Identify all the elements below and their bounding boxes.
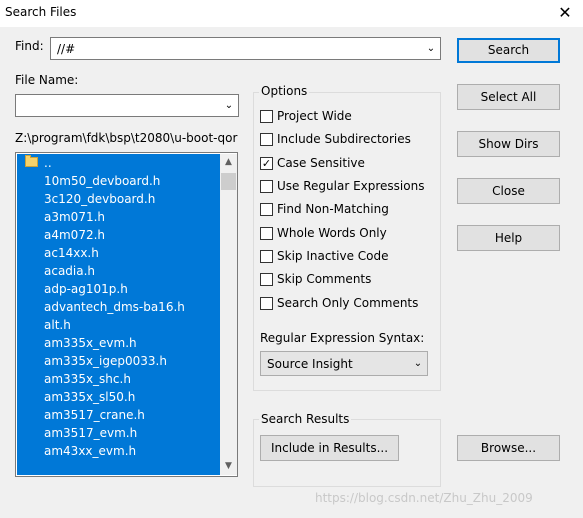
- file-listbox[interactable]: .. 10m50_devboard.h 3c120_devboard.h a3m07…: [15, 152, 238, 477]
- list-item-label: am335x_shc.h: [44, 372, 131, 386]
- checkbox-label: Use Regular Expressions: [277, 179, 425, 193]
- checkbox[interactable]: [260, 110, 273, 123]
- list-item[interactable]: alt.h: [17, 316, 220, 334]
- regex-syntax-value: Source Insight: [267, 357, 353, 371]
- watermark-text: https://blog.csdn.net/Zhu_Zhu_2009: [315, 491, 533, 505]
- file-name-label: File Name:: [15, 73, 79, 87]
- checkbox-label: Skip Inactive Code: [277, 249, 389, 263]
- scroll-up-icon[interactable]: ▲: [220, 154, 237, 171]
- list-item-label: am43xx_evm.h: [44, 444, 137, 458]
- list-item[interactable]: am3517_evm.h: [17, 424, 220, 442]
- checkbox-label: Search Only Comments: [277, 296, 419, 310]
- select-all-button[interactable]: Select All: [457, 84, 560, 110]
- checkbox[interactable]: [260, 297, 273, 310]
- list-item[interactable]: 3c120_devboard.h: [17, 190, 220, 208]
- list-item-label: 10m50_devboard.h: [44, 174, 161, 188]
- chevron-down-icon[interactable]: ⌄: [422, 38, 440, 59]
- checkbox[interactable]: [260, 227, 273, 240]
- checkbox-label: Find Non-Matching: [277, 202, 389, 216]
- list-item-label: am335x_igep0033.h: [44, 354, 167, 368]
- chevron-down-icon[interactable]: ⌄: [220, 95, 238, 116]
- checkbox[interactable]: [260, 133, 273, 146]
- find-combobox[interactable]: //# ⌄: [50, 37, 441, 60]
- list-item-label: am335x_sl50.h: [44, 390, 136, 404]
- search-results-title: Search Results: [259, 412, 352, 426]
- list-item-parent[interactable]: ..: [17, 154, 220, 172]
- current-path: Z:\program\fdk\bsp\t2080\u-boot-qor: [15, 131, 238, 145]
- browse-button[interactable]: Browse...: [457, 435, 560, 461]
- list-item-label: am335x_evm.h: [44, 336, 137, 350]
- list-item-label: advantech_dms-ba16.h: [44, 300, 185, 314]
- list-item-label: am3517_evm.h: [44, 426, 138, 440]
- list-item-label: alt.h: [44, 318, 71, 332]
- list-item-label: am3517_crane.h: [44, 408, 145, 422]
- checkbox[interactable]: ✓: [260, 157, 273, 170]
- list-item[interactable]: am335x_igep0033.h: [17, 352, 220, 370]
- checkbox-label: Project Wide: [277, 109, 352, 123]
- scroll-thumb[interactable]: [221, 173, 236, 190]
- list-item[interactable]: am335x_shc.h: [17, 370, 220, 388]
- list-item-label: a4m072.h: [44, 228, 106, 242]
- file-list[interactable]: .. 10m50_devboard.h 3c120_devboard.h a3m07…: [17, 154, 220, 475]
- find-value: //#: [57, 42, 76, 56]
- list-item[interactable]: a4m072.h: [17, 226, 220, 244]
- options-title: Options: [259, 84, 310, 98]
- checkbox[interactable]: [260, 180, 273, 193]
- checkbox-label: Include Subdirectories: [277, 132, 411, 146]
- list-item-label: a3m071.h: [44, 210, 106, 224]
- list-item[interactable]: am3517_crane.h: [17, 406, 220, 424]
- folder-icon: [25, 155, 38, 167]
- close-icon[interactable]: ✕: [551, 2, 579, 24]
- checkbox-label: Skip Comments: [277, 272, 372, 286]
- list-item-label: ..: [44, 156, 52, 170]
- list-item[interactable]: am335x_sl50.h: [17, 388, 220, 406]
- list-item[interactable]: acadia.h: [17, 262, 220, 280]
- close-button[interactable]: Close: [457, 178, 560, 204]
- checkbox[interactable]: [260, 250, 273, 263]
- checkbox[interactable]: [260, 273, 273, 286]
- help-button[interactable]: Help: [457, 225, 560, 251]
- list-item[interactable]: adp-ag101p.h: [17, 280, 220, 298]
- list-item[interactable]: 10m50_devboard.h: [17, 172, 220, 190]
- list-item[interactable]: am335x_evm.h: [17, 334, 220, 352]
- list-item[interactable]: a3m071.h: [17, 208, 220, 226]
- list-item-label: ac14xx.h: [44, 246, 99, 260]
- list-item[interactable]: ac14xx.h: [17, 244, 220, 262]
- list-item[interactable]: am43xx_evm.h: [17, 442, 220, 460]
- list-item-label: adp-ag101p.h: [44, 282, 128, 296]
- vertical-scrollbar[interactable]: ▲ ▼: [220, 154, 237, 475]
- regex-syntax-label: Regular Expression Syntax:: [260, 331, 425, 345]
- checkbox-label: Case Sensitive: [277, 156, 365, 170]
- find-label: Find:: [15, 39, 44, 53]
- chevron-down-icon[interactable]: ⌄: [409, 352, 427, 375]
- include-in-results-button[interactable]: Include in Results...: [260, 435, 399, 461]
- show-dirs-button[interactable]: Show Dirs: [457, 131, 560, 157]
- checkbox-label: Whole Words Only: [277, 226, 387, 240]
- list-item-label: acadia.h: [44, 264, 96, 278]
- title-bar: [0, 0, 583, 27]
- list-item-label: 3c120_devboard.h: [44, 192, 156, 206]
- search-button[interactable]: Search: [457, 38, 560, 63]
- checkbox[interactable]: [260, 203, 273, 216]
- list-item[interactable]: advantech_dms-ba16.h: [17, 298, 220, 316]
- scroll-down-icon[interactable]: ▼: [220, 458, 237, 475]
- window-title: Search Files: [5, 5, 77, 19]
- file-name-combobox[interactable]: ⌄: [15, 94, 239, 117]
- regex-syntax-select[interactable]: Source Insight ⌄: [260, 351, 428, 376]
